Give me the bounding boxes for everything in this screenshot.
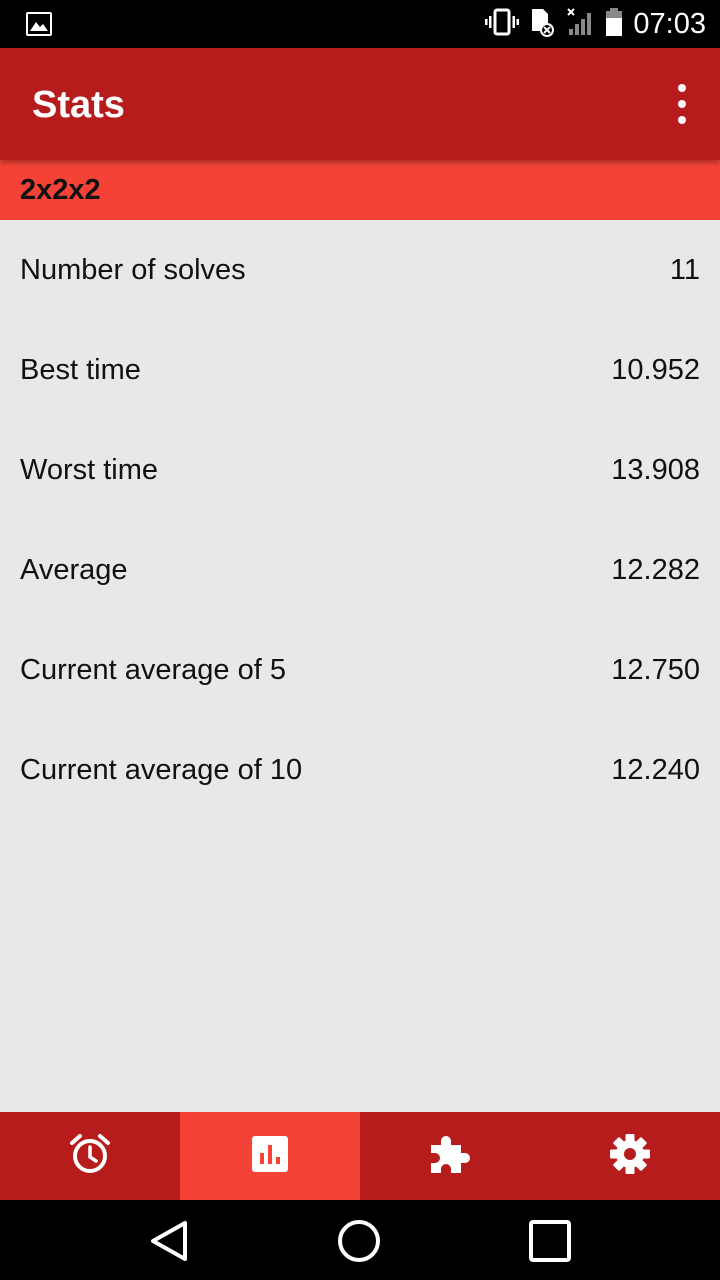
- back-button[interactable]: [146, 1218, 192, 1264]
- stat-value: 13.908: [611, 454, 700, 486]
- nav-settings[interactable]: [540, 1112, 720, 1200]
- puzzle-icon: [427, 1131, 473, 1182]
- stat-row-number-of-solves: Number of solves 11: [0, 220, 720, 320]
- stat-label: Current average of 10: [20, 754, 303, 786]
- status-bar: 07:03: [0, 0, 720, 48]
- stat-value: 12.282: [611, 554, 700, 586]
- stat-value: 12.240: [611, 754, 700, 786]
- page-title: Stats: [32, 84, 125, 126]
- back-triangle-icon: [151, 1221, 187, 1261]
- home-circle-icon: [338, 1220, 380, 1262]
- stat-row-average: Average 12.282: [0, 520, 720, 620]
- recents-button[interactable]: [527, 1218, 573, 1264]
- alarm-clock-icon: [68, 1132, 112, 1181]
- bar-chart-icon: [251, 1135, 289, 1178]
- app-bar: Stats: [0, 48, 720, 160]
- nav-stats[interactable]: [180, 1112, 360, 1200]
- puzzle-type-header: 2x2x2: [0, 160, 720, 220]
- home-button[interactable]: [336, 1218, 382, 1264]
- system-nav-bar: [0, 1200, 720, 1280]
- stat-label: Number of solves: [20, 254, 246, 286]
- stat-row-worst-time: Worst time 13.908: [0, 420, 720, 520]
- stat-label: Current average of 5: [20, 654, 286, 686]
- stat-label: Average: [20, 554, 128, 586]
- nav-puzzles[interactable]: [360, 1112, 540, 1200]
- stat-row-current-average-of-5: Current average of 5 12.750: [0, 620, 720, 720]
- puzzle-type-title: 2x2x2: [20, 174, 101, 206]
- battery-icon: [605, 7, 623, 42]
- stat-label: Worst time: [20, 454, 159, 486]
- gear-icon: [608, 1132, 652, 1181]
- more-vert-icon[interactable]: [670, 84, 694, 124]
- stat-label: Best time: [20, 354, 141, 386]
- stat-row-best-time: Best time 10.952: [0, 320, 720, 420]
- gallery-icon: [26, 12, 52, 36]
- bottom-nav: [0, 1112, 720, 1200]
- stat-value: 12.750: [611, 654, 700, 686]
- signal-icon: [565, 7, 595, 42]
- stats-list: Number of solves 11 Best time 10.952 Wor…: [0, 220, 720, 820]
- stat-value: 10.952: [611, 354, 700, 386]
- vibrate-icon: [485, 8, 520, 41]
- nav-timer[interactable]: [0, 1112, 180, 1200]
- stat-row-current-average-of-10: Current average of 10 12.240: [0, 720, 720, 820]
- stat-value: 11: [669, 254, 700, 286]
- sd-card-icon: [529, 7, 555, 42]
- status-time: 07:03: [633, 7, 706, 40]
- recents-square-icon: [529, 1220, 571, 1262]
